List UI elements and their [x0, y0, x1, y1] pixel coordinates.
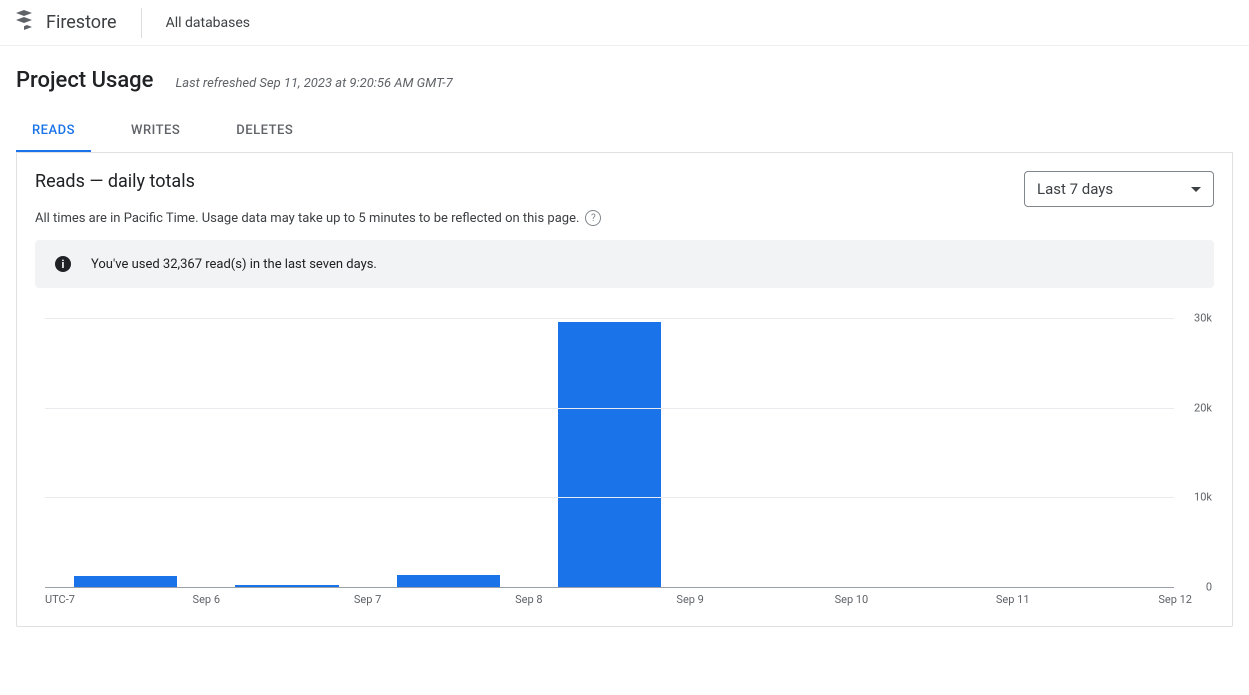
- firestore-icon: [12, 9, 36, 37]
- card-title: Reads — daily totals: [35, 171, 601, 192]
- chart-x-tick: Sep 10: [835, 593, 869, 606]
- chart-y-tick: 30k: [1194, 312, 1212, 325]
- product-logo-block[interactable]: Firestore: [12, 8, 142, 38]
- database-scope-label[interactable]: All databases: [166, 15, 250, 31]
- chart-bar-slot: [851, 318, 1012, 587]
- usage-card: Reads — daily totals All times are in Pa…: [16, 153, 1233, 627]
- chart-x-end: Sep 12: [1158, 593, 1192, 606]
- chart-y-tick: 0: [1206, 581, 1212, 594]
- page-content: Project Usage Last refreshed Sep 11, 202…: [0, 46, 1249, 627]
- chart-x-origin: UTC-7: [45, 593, 75, 606]
- chart-area: 010k20k30k UTC-7 Sep 6 Sep 7 Sep 8 Sep 9 Sep …: [45, 318, 1174, 608]
- chart-x-tick: Sep 11: [996, 593, 1030, 606]
- tab-deletes[interactable]: Deletes: [220, 111, 309, 152]
- chart-bar-slot: [529, 318, 690, 587]
- page-header: Project Usage Last refreshed Sep 11, 202…: [16, 68, 1233, 93]
- chart-bar-slot: [690, 318, 851, 587]
- chart-bar[interactable]: [235, 585, 338, 587]
- time-range-value: Last 7 days: [1037, 180, 1113, 198]
- chart-bar[interactable]: [397, 575, 500, 587]
- card-header: Reads — daily totals All times are in Pa…: [35, 171, 1214, 226]
- usage-banner: i You've used 32,367 read(s) in the last…: [35, 240, 1214, 288]
- chart-x-tick: Sep 7: [354, 593, 381, 606]
- dropdown-icon: [1191, 187, 1201, 192]
- chart-plot: 010k20k30k: [45, 318, 1174, 588]
- chart-gridline: [45, 497, 1174, 498]
- banner-text: You've used 32,367 read(s) in the last s…: [91, 257, 377, 272]
- metric-tabs: Reads Writes Deletes: [16, 111, 1233, 153]
- chart-gridline: [45, 318, 1174, 319]
- chart-bar[interactable]: [558, 322, 661, 587]
- product-name: Firestore: [46, 12, 117, 33]
- chart-y-tick: 20k: [1194, 401, 1212, 414]
- page-title: Project Usage: [16, 68, 153, 93]
- chart-x-axis: UTC-7Sep 6Sep 7Sep 8Sep 9Sep 10Sep 11Sep…: [45, 590, 1174, 608]
- last-refreshed-label: Last refreshed Sep 11, 2023 at 9:20:56 A…: [175, 76, 452, 91]
- tab-reads[interactable]: Reads: [16, 111, 91, 152]
- chart-y-tick: 10k: [1194, 491, 1212, 504]
- chart-bar-slot: [1013, 318, 1174, 587]
- chart-bars: [45, 318, 1174, 587]
- chart-bar-slot: [368, 318, 529, 587]
- chart-bar-slot: [206, 318, 367, 587]
- chart-gridline: [45, 408, 1174, 409]
- topbar: Firestore All databases: [0, 0, 1249, 46]
- chart-x-tick: Sep 8: [515, 593, 542, 606]
- chart-bar[interactable]: [74, 576, 177, 587]
- card-header-left: Reads — daily totals All times are in Pa…: [35, 171, 601, 226]
- chart-bar-slot: [45, 318, 206, 587]
- chart-x-tick: Sep 6: [193, 593, 220, 606]
- tab-writes[interactable]: Writes: [115, 111, 196, 152]
- card-subtext-row: All times are in Pacific Time. Usage dat…: [35, 210, 601, 226]
- help-icon[interactable]: ?: [585, 210, 601, 226]
- card-subtext: All times are in Pacific Time. Usage dat…: [35, 211, 579, 226]
- info-icon: i: [55, 256, 71, 272]
- time-range-select[interactable]: Last 7 days: [1024, 171, 1214, 207]
- chart-x-tick: Sep 9: [676, 593, 703, 606]
